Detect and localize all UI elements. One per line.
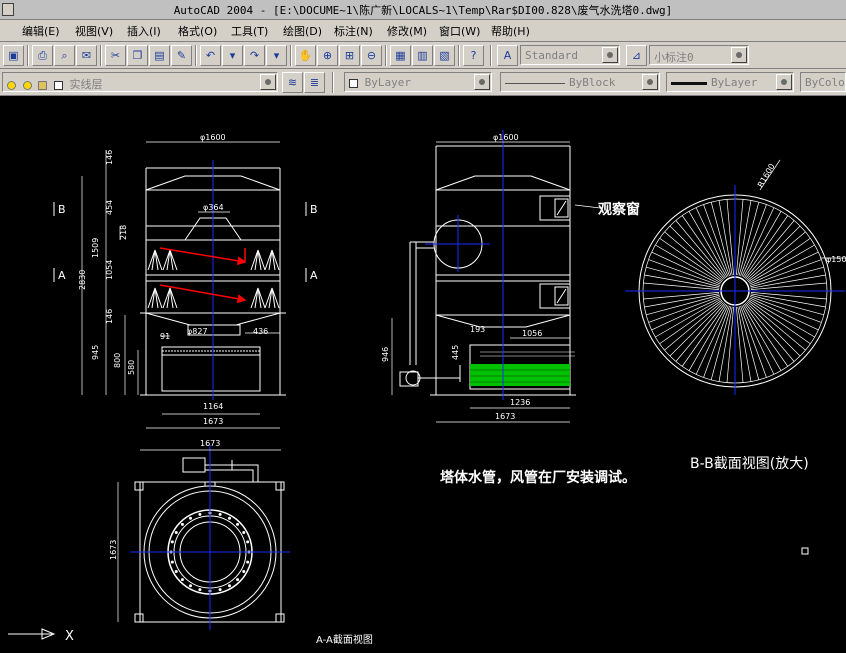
paste-icon[interactable]: ▤ [149,45,170,66]
title-aa-section: A-A截面视图 [316,633,373,646]
menu-dimension[interactable]: 标注(N) [334,23,373,39]
lineweight-select[interactable]: ByLayer [666,72,794,92]
section-mark-b-right: B [310,203,318,216]
plot-icon[interactable]: ⎙ [32,45,53,66]
layer-color-swatch [53,80,63,90]
menu-format[interactable]: 格式(O) [178,23,217,39]
dim-d150: φ150 [826,255,846,264]
dim-580: 580 [127,360,136,375]
menu-draw[interactable]: 绘图(D) [283,23,322,39]
redo-icon[interactable]: ↷ [244,45,265,66]
section-mark-a-right: A [310,269,318,282]
tool-palettes-icon[interactable]: ▧ [434,45,455,66]
dim-945: 945 [91,345,100,360]
lock-icon [38,80,48,90]
dim-r1600: R1600 [756,162,777,189]
dim-1164: 1164 [203,402,223,411]
redo-dropdown-icon[interactable]: ▾ [266,45,287,66]
pan-icon[interactable]: ✋ [295,45,316,66]
undo-icon[interactable]: ↶ [200,45,221,66]
dim-d1600-front: φ1600 [200,133,226,142]
plot-preview-icon[interactable]: ⌕ [54,45,75,66]
menu-view[interactable]: 视图(V) [75,23,113,39]
section-mark-a-left: A [58,269,66,282]
section-mark-b-left: B [58,203,66,216]
publish-icon[interactable]: ✉ [76,45,97,66]
undo-dropdown-icon[interactable]: ▾ [222,45,243,66]
dim-d1600-side: φ1600 [493,133,519,142]
drawing-canvas[interactable]: φ1600 φ364 φ827 436 91 1164 1673 146 454… [0,97,846,649]
ucs-x-label: X [65,629,74,644]
packing-layer [470,364,570,386]
dim-d827: φ827 [187,327,208,336]
dim-1673-plan-top: 1673 [200,439,220,448]
menu-bar: 编辑(E) 视图(V) 插入(I) 格式(O) 工具(T) 绘图(D) 标注(N… [0,20,846,42]
plot-style-select[interactable]: ByColor [800,72,846,92]
properties-icon[interactable]: ▦ [390,45,411,66]
properties-toolbar: 实线层 ≋ ≣ ByLayer ByBlock ByLayer ByColor [0,69,846,96]
dim-445: 445 [451,345,460,360]
layer-previous-icon[interactable]: ≣ [304,72,325,93]
dim-d364: φ364 [203,203,224,212]
layer-name: 实线层 [69,78,103,91]
layer-select[interactable]: 实线层 [2,72,278,92]
dim-91: 91 [160,332,170,341]
make-object-layer-current-icon[interactable]: ≋ [282,72,303,93]
title-bb-section: B-B截面视图(放大) [690,456,809,472]
dim-1056: 1056 [522,329,542,338]
text-style-icon[interactable]: A [497,45,518,66]
dim-1509: 1509 [91,238,100,258]
dim-1673-plan-left: 1673 [109,540,118,560]
lightbulb-icon [7,80,16,90]
standard-toolbar: ▣ ⎙ ⌕ ✉ ✂ ❐ ▤ ✎ ↶ ▾ ↷ ▾ ✋ ⊕ ⊞ ⊖ ▦ ▥ ▧ ? … [0,42,846,69]
cut-icon[interactable]: ✂ [105,45,126,66]
installation-note: 塔体水管，风管在厂安装调试。 [440,469,636,486]
dim-454: 454 [105,200,114,215]
zoom-previous-icon[interactable]: ⊖ [361,45,382,66]
dim-style-icon[interactable]: ⊿ [626,45,647,66]
dim-1673-side: 1673 [495,412,515,421]
match-properties-icon[interactable]: ✎ [171,45,192,66]
dim-style-select[interactable]: 小标注0 [649,45,749,65]
dim-193: 193 [470,325,485,334]
airflow-arrows-front [159,247,247,304]
color-select[interactable]: ByLayer [344,72,492,92]
dim-2830: 2830 [78,270,87,290]
dim-800: 800 [113,353,122,368]
zoom-realtime-icon[interactable]: ⊕ [317,45,338,66]
dim-146-bottom: 146 [105,309,114,324]
menu-help[interactable]: 帮助(H) [491,23,530,39]
dim-436: 436 [253,327,268,336]
menu-modify[interactable]: 修改(M) [387,23,427,39]
help-icon[interactable]: ? [463,45,484,66]
dim-946: 946 [381,347,390,362]
title-bar: AutoCAD 2004 - [E:\DOCUME~1\陈广新\LOCALS~1… [0,0,846,20]
ucs-icon [8,628,56,640]
side-view [399,145,576,396]
menu-edit[interactable]: 编辑(E) [22,23,60,39]
dim-218: 218 [119,225,128,240]
zoom-window-icon[interactable]: ⊞ [339,45,360,66]
menu-window[interactable]: 窗口(W) [439,23,480,39]
window-title: AutoCAD 2004 - [E:\DOCUME~1\陈广新\LOCALS~1… [173,4,673,17]
dim-146-top: 146 [105,150,114,165]
dim-1673-front: 1673 [203,417,223,426]
dim-1054: 1054 [105,260,114,280]
text-style-select[interactable]: Standard [520,45,620,65]
save-icon[interactable]: ▣ [3,45,24,66]
copy-icon[interactable]: ❐ [127,45,148,66]
label-observation-window: 观察窗 [598,201,640,218]
menu-tools[interactable]: 工具(T) [231,23,268,39]
grip-box[interactable] [801,547,809,555]
sun-icon [22,80,32,90]
linetype-select[interactable]: ByBlock [500,72,660,92]
design-center-icon[interactable]: ▥ [412,45,433,66]
menu-insert[interactable]: 插入(I) [127,23,161,39]
dim-1236: 1236 [510,398,530,407]
